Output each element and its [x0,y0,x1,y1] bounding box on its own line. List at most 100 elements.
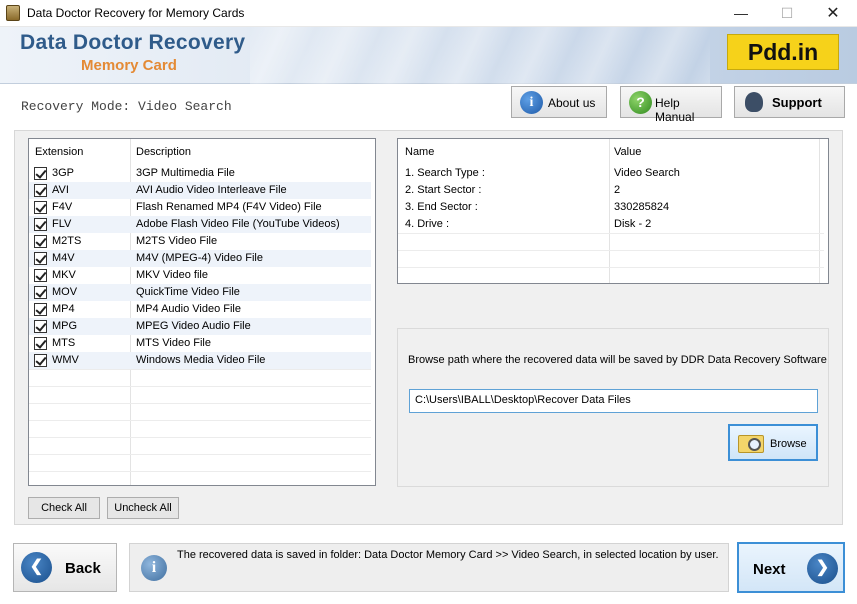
brand-subtitle: Memory Card [81,57,177,74]
extension-checkbox[interactable] [34,218,47,231]
folder-search-icon [738,435,764,453]
description-cell: Windows Media Video File [136,354,266,366]
extension-checkbox[interactable] [34,286,47,299]
extension-cell: AVI [52,184,69,196]
extension-row[interactable]: MTS MTS Video File [29,335,371,352]
extension-row[interactable]: M2TS M2TS Video File [29,233,371,250]
extension-checkbox[interactable] [34,354,47,367]
scan-info-grid[interactable]: Name Value 1. Search Type : Video Search 2… [397,138,829,284]
empty-row-line [398,250,824,251]
info-name-cell: 1. Search Type : [405,167,485,179]
about-us-button[interactable]: i About us [511,86,607,118]
extension-row[interactable]: WMV Windows Media Video File [29,352,371,369]
extension-cell: FLV [52,218,72,230]
info-row[interactable]: 1. Search Type : Video Search [398,165,824,182]
about-us-label: About us [548,96,596,110]
arrow-left-icon: ❮ [21,552,52,583]
description-cell: Adobe Flash Video File (YouTube Videos) [136,218,340,230]
description-cell: Flash Renamed MP4 (F4V Video) File [136,201,322,213]
extension-list[interactable]: Extension Description 3GP 3GP Multimedia … [28,138,376,486]
extension-checkbox[interactable] [34,269,47,282]
arrow-right-icon: ❯ [807,553,838,584]
info-value-cell: Video Search [614,167,680,179]
support-button[interactable]: Support [734,86,845,118]
extension-row[interactable]: AVI AVI Audio Video Interleave File [29,182,371,199]
support-label: Support [772,95,822,110]
info-row[interactable]: 4. Drive : Disk - 2 [398,216,824,233]
help-manual-button[interactable]: ? Help Manual [620,86,722,124]
extension-cell: 3GP [52,167,75,179]
empty-row-line [398,233,824,234]
back-button[interactable]: ❮ Back [13,543,117,592]
info-row[interactable]: 2. Start Sector : 2 [398,182,824,199]
back-label: Back [65,560,101,577]
description-cell: M2TS Video File [136,235,218,247]
extension-cell: M2TS [52,235,82,247]
pdd-logo: Pdd.in [727,34,839,70]
info-value-cell: 2 [614,184,621,196]
help-manual-label: Help Manual [655,96,695,124]
user-icon [745,92,763,112]
next-button[interactable]: Next ❯ [737,542,845,593]
status-bar: i The recovered data is saved in folder:… [129,543,729,592]
extension-row[interactable]: MPG MPEG Video Audio File [29,318,371,335]
window-title: Data Doctor Recovery for Memory Cards [27,6,245,20]
empty-row-line [29,454,371,455]
extension-row[interactable]: F4V Flash Renamed MP4 (F4V Video) File [29,199,371,216]
info-value-cell: Disk - 2 [614,218,652,230]
description-cell: MP4 Audio Video File [136,303,241,315]
extension-cell: MTS [52,337,76,349]
brand-title: Data Doctor Recovery [20,31,246,54]
info-name-cell: 4. Drive : [405,218,450,230]
info-icon: i [141,555,167,581]
extension-checkbox[interactable] [34,167,47,180]
extension-checkbox[interactable] [34,303,47,316]
question-icon: ? [629,91,652,114]
extension-cell: M4V [52,252,75,264]
save-path-input[interactable]: C:\Users\IBALL\Desktop\Recover Data File… [409,389,818,413]
extension-row[interactable]: M4V M4V (MPEG-4) Video File [29,250,371,267]
info-row[interactable]: 3. End Sector : 330285824 [398,199,824,216]
browse-button[interactable]: Browse [728,424,818,461]
description-cell: QuickTime Video File [136,286,240,298]
title-bar: Data Doctor Recovery for Memory Cards — … [0,0,857,27]
extension-checkbox[interactable] [34,337,47,350]
extension-checkbox[interactable] [34,184,47,197]
extension-cell: MP4 [52,303,75,315]
empty-row-line [29,420,371,421]
extension-row[interactable]: MP4 MP4 Audio Video File [29,301,371,318]
extension-checkbox[interactable] [34,252,47,265]
extension-row[interactable]: FLV Adobe Flash Video File (YouTube Video… [29,216,371,233]
close-button[interactable]: ✕ [810,0,856,27]
extension-cell: F4V [52,201,73,213]
browse-panel: Browse path where the recovered data wil… [397,328,829,487]
info-icon: i [520,91,543,114]
empty-row-line [29,471,371,472]
extension-checkbox[interactable] [34,235,47,248]
maximize-button[interactable]: ☐ [764,0,810,27]
empty-row-line [398,267,824,268]
empty-row-line [29,386,371,387]
app-header: Data Doctor Recovery Memory Card Pdd.in … [0,27,857,127]
name-column-header[interactable]: Name [405,146,434,158]
extension-checkbox[interactable] [34,320,47,333]
extension-cell: WMV [52,354,79,366]
check-all-button[interactable]: Check All [28,497,100,519]
empty-row-line [29,369,371,370]
status-message: The recovered data is saved in folder: D… [177,549,719,561]
description-cell: MPEG Video Audio File [136,320,251,332]
uncheck-all-button[interactable]: Uncheck All [107,497,179,519]
extension-checkbox[interactable] [34,201,47,214]
extension-row[interactable]: MKV MKV Video file [29,267,371,284]
minimize-button[interactable]: — [718,0,764,27]
extension-column-header[interactable]: Extension [35,146,83,158]
browse-label: Browse [770,438,807,450]
extension-row[interactable]: MOV QuickTime Video File [29,284,371,301]
info-value-cell: 330285824 [614,201,670,213]
description-column-header[interactable]: Description [136,146,191,158]
value-column-header[interactable]: Value [614,146,641,158]
empty-row-line [29,403,371,404]
app-icon [6,5,20,21]
extension-row[interactable]: 3GP 3GP Multimedia File [29,165,371,182]
description-cell: MTS Video File [136,337,211,349]
